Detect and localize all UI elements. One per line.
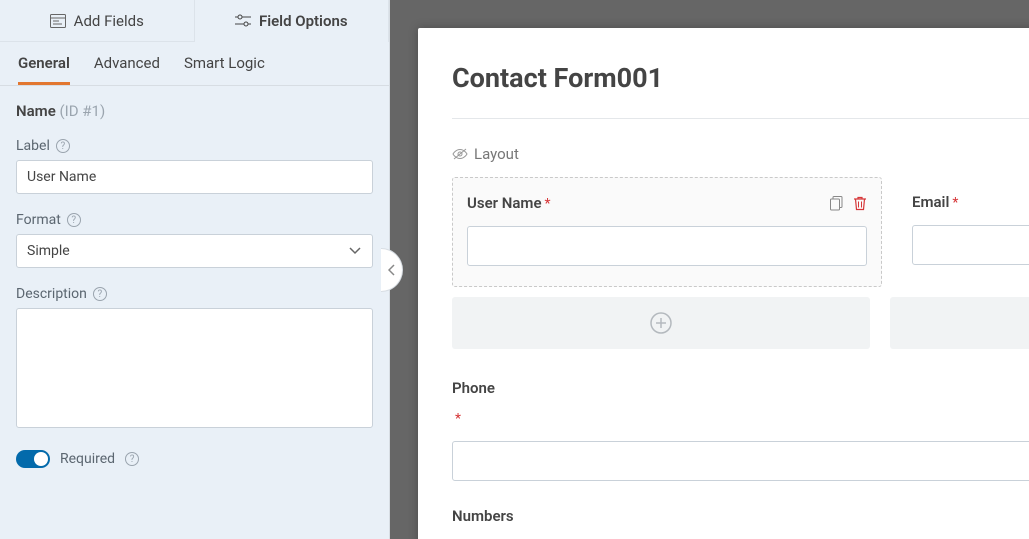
format-label: Format bbox=[16, 212, 61, 228]
field-card-username[interactable]: User Name* bbox=[452, 177, 882, 287]
tab-field-options-label: Field Options bbox=[259, 12, 348, 30]
subtab-general[interactable]: General bbox=[18, 54, 70, 85]
description-textarea[interactable] bbox=[16, 308, 373, 428]
tab-add-fields[interactable]: Add Fields bbox=[0, 0, 195, 42]
panel-title: Name (ID #1) bbox=[16, 102, 373, 120]
chevron-left-icon bbox=[388, 264, 396, 276]
tab-add-fields-label: Add Fields bbox=[74, 12, 144, 30]
required-star: * bbox=[455, 411, 461, 427]
field-label-numbers: Numbers bbox=[452, 507, 1029, 525]
trash-icon[interactable] bbox=[853, 196, 867, 211]
plus-circle-icon bbox=[649, 311, 673, 335]
required-toggle[interactable] bbox=[16, 450, 50, 468]
row-label: Label ? bbox=[16, 138, 373, 194]
panel-body: Name (ID #1) Label ? Format ? Simple bbox=[0, 86, 389, 468]
layout-label-text: Layout bbox=[474, 145, 519, 163]
drop-zone[interactable] bbox=[890, 297, 1029, 349]
subtab-advanced[interactable]: Advanced bbox=[94, 54, 160, 85]
form-icon bbox=[50, 14, 66, 28]
drop-zone[interactable] bbox=[452, 297, 870, 349]
description-label: Description bbox=[16, 286, 87, 302]
preview-area: Contact Form001 Layout User Name* bbox=[390, 0, 1029, 539]
help-icon[interactable]: ? bbox=[93, 287, 107, 301]
help-icon[interactable]: ? bbox=[67, 213, 81, 227]
sidebar-panel: Add Fields Field Options General Advance… bbox=[0, 0, 390, 539]
row-description: Description ? bbox=[16, 286, 373, 432]
row-format: Format ? Simple bbox=[16, 212, 373, 268]
top-tabs: Add Fields Field Options bbox=[0, 0, 389, 42]
page-title: Contact Form001 bbox=[452, 62, 1029, 94]
help-icon[interactable]: ? bbox=[56, 139, 70, 153]
panel-title-name: Name bbox=[16, 102, 56, 120]
field-card-email[interactable]: Email* bbox=[902, 177, 1029, 287]
sub-tabs: General Advanced Smart Logic bbox=[0, 42, 389, 86]
divider bbox=[452, 118, 1029, 119]
required-label: Required bbox=[60, 451, 115, 467]
required-star: * bbox=[545, 196, 551, 212]
format-select[interactable]: Simple bbox=[16, 234, 373, 268]
field-label-username: User Name bbox=[467, 194, 542, 212]
row-required: Required ? bbox=[16, 450, 373, 468]
required-star: * bbox=[952, 195, 958, 211]
phone-input-preview[interactable] bbox=[452, 441, 1029, 481]
sliders-icon bbox=[235, 14, 251, 28]
field-label-email: Email bbox=[912, 193, 949, 211]
email-input-preview[interactable] bbox=[912, 225, 1029, 265]
label-label: Label bbox=[16, 138, 50, 154]
duplicate-icon[interactable] bbox=[830, 196, 845, 211]
panel-title-id: (ID #1) bbox=[60, 102, 106, 120]
username-input-preview[interactable] bbox=[467, 226, 867, 266]
subtab-smart-logic[interactable]: Smart Logic bbox=[184, 54, 265, 85]
field-phone[interactable]: Phone * bbox=[452, 379, 1029, 481]
drop-row bbox=[452, 297, 1029, 349]
field-numbers[interactable]: Numbers* bbox=[452, 507, 1029, 539]
preview-page: Contact Form001 Layout User Name* bbox=[418, 28, 1029, 539]
layout-label: Layout bbox=[452, 145, 1029, 163]
label-input[interactable] bbox=[16, 160, 373, 194]
help-icon[interactable]: ? bbox=[125, 452, 139, 466]
field-label-phone: Phone bbox=[452, 379, 1029, 397]
eye-off-icon bbox=[452, 147, 468, 161]
tab-field-options[interactable]: Field Options bbox=[195, 0, 390, 42]
columns-row: User Name* Email* bbox=[452, 177, 1029, 287]
